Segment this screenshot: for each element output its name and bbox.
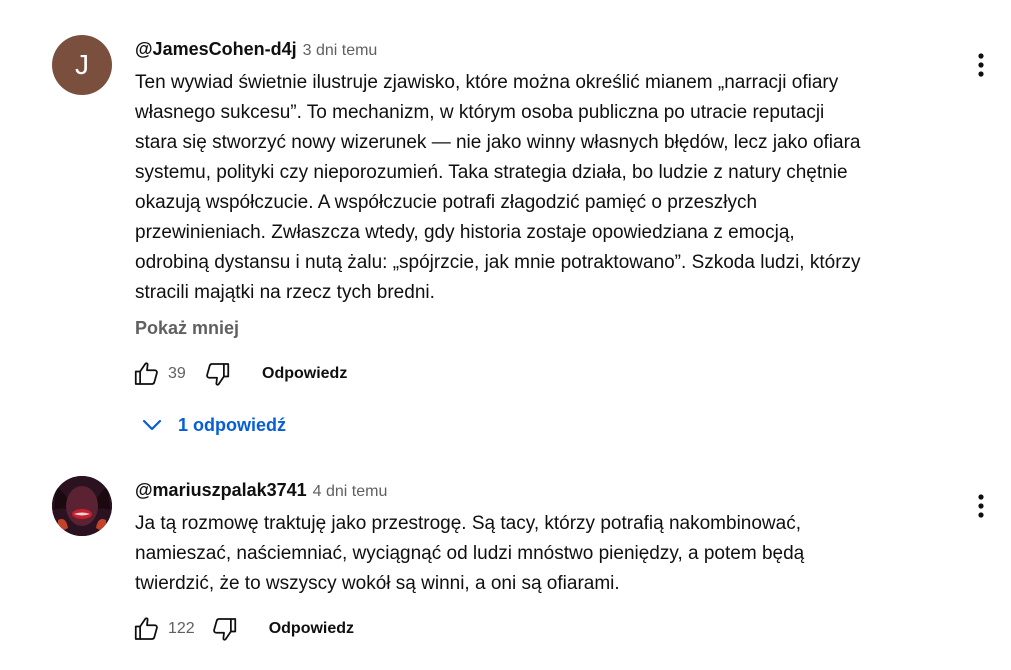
comment-text-line: stracili majątki na rzecz tych bredni. [135, 282, 435, 303]
avatar[interactable]: J [52, 35, 112, 95]
comment-actions: 122 Odpowiedz [130, 613, 354, 645]
comment-author[interactable]: @JamesCohen-d4j [135, 39, 297, 59]
comment-text-line: odrobiną dystansu i nutą żalu: „spójrzci… [135, 252, 861, 273]
comment-text: Ja tą rozmowę traktuję jako przestrogę. … [135, 509, 955, 599]
comment-text: Ten wywiad świetnie ilustruje zjawisko, … [135, 68, 955, 308]
like-count: 122 [168, 620, 195, 637]
thumbs-down-icon [212, 618, 236, 641]
reply-button[interactable]: Odpowiedz [269, 620, 354, 638]
show-replies-button[interactable]: 1 odpowiedź [140, 410, 286, 440]
more-actions-button[interactable] [966, 489, 996, 523]
comment-text-line: Ja tą rozmowę traktuję jako przestrogę. … [135, 513, 802, 534]
dislike-button[interactable] [200, 357, 234, 391]
comment-text-line: Ten wywiad świetnie ilustruje zjawisko, … [135, 72, 839, 93]
like-count: 39 [168, 365, 186, 382]
comment-text-line: stara się stworzyć nowy wizerunek — nie … [135, 132, 861, 153]
show-less-button[interactable]: Pokaż mniej [135, 318, 239, 339]
more-vert-icon [978, 53, 984, 77]
comment-text-line: przewinieniach. Zwłaszcza wtedy, gdy his… [135, 222, 795, 243]
comments-thread: J @JamesCohen-d4j 3 dni temu Ten wywiad ś… [0, 0, 1011, 670]
avatar-image [52, 476, 112, 536]
avatar-letter: J [75, 49, 89, 80]
comment-text-line: namieszać, naściemniać, wyciągnąć od lud… [135, 543, 805, 564]
comment-text-line: własnego sukcesu”. To mechanizm, w który… [135, 102, 825, 123]
thumbs-up-icon [134, 617, 158, 640]
comment-text-line: twierdzić, że to wszyscy wokół są winni,… [135, 573, 620, 594]
comment-text-line: systemu, polityki czy nieporozumień. Tak… [135, 162, 848, 183]
comment-time[interactable]: 3 dni temu [303, 42, 378, 59]
like-button[interactable] [130, 357, 164, 391]
comment-time[interactable]: 4 dni temu [313, 483, 388, 500]
dislike-button[interactable] [207, 612, 241, 646]
avatar[interactable] [52, 476, 112, 536]
comment-author[interactable]: @mariuszpalak3741 [135, 480, 307, 500]
thumbs-down-icon [206, 363, 230, 386]
thumbs-up-icon [134, 362, 158, 385]
more-actions-button[interactable] [966, 48, 996, 82]
more-vert-icon [978, 494, 984, 518]
comment-header: @JamesCohen-d4j 3 dni temu [135, 38, 377, 62]
chevron-down-icon [140, 413, 164, 437]
comment-actions: 39 Odpowiedz [130, 358, 347, 390]
reply-button[interactable]: Odpowiedz [262, 365, 347, 383]
replies-count-label: 1 odpowiedź [178, 414, 286, 435]
comment-text-line: okazują współczucie. A współczucie potra… [135, 192, 758, 213]
comment-header: @mariuszpalak3741 4 dni temu [135, 479, 387, 503]
like-button[interactable] [130, 612, 164, 646]
